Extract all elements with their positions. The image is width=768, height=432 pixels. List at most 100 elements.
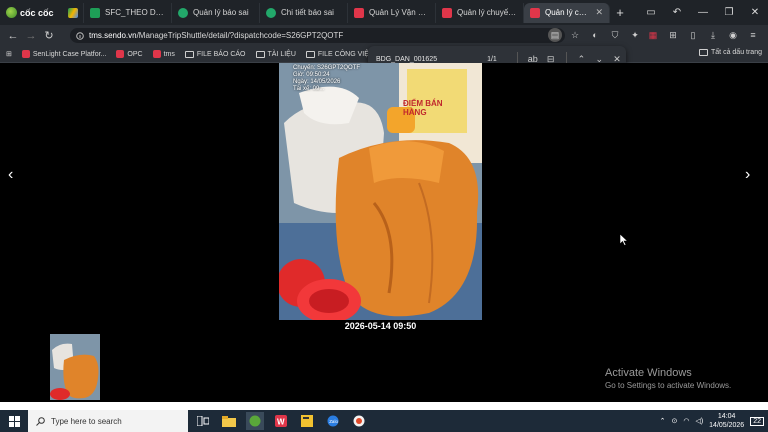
- tab-sfc[interactable]: SFC_THEO DÕI ĐỐI: [84, 2, 172, 23]
- google-drive-icon: [68, 7, 78, 18]
- bookmark-label: TÀI LIỆU: [267, 50, 296, 58]
- dark-mode-icon[interactable]: ◐: [588, 28, 602, 42]
- taskbar-search[interactable]: Type here to search: [28, 410, 188, 432]
- bookmark-label: FILE BÁO CÁO: [196, 50, 246, 58]
- address-bar[interactable]: tms.sendo.vn/ManageTripShuttle/detail/?d…: [70, 28, 565, 43]
- tab-chi-tiet[interactable]: Chi tiết báo sai: [260, 2, 348, 23]
- zalo-icon[interactable]: Zalo: [324, 412, 342, 430]
- savior-icon[interactable]: ⊞: [666, 28, 680, 42]
- task-view-icon[interactable]: [194, 412, 212, 430]
- close-window-icon[interactable]: ✕: [742, 7, 768, 18]
- browser-tools: ▦ ⊞ ▯ ⤓ ◉ ≡: [646, 28, 760, 42]
- profile-icon[interactable]: ◉: [726, 28, 740, 42]
- all-bookmarks-label: Tất cả dấu trang: [711, 49, 762, 56]
- search-placeholder: Type here to search: [51, 416, 122, 426]
- reader-icon[interactable]: ▤: [548, 28, 562, 42]
- volume-icon[interactable]: ◁): [695, 417, 703, 425]
- site-info-icon[interactable]: [76, 31, 84, 40]
- file-explorer-icon[interactable]: [220, 412, 238, 430]
- windows-taskbar: Type here to search W Zalo ⌃ ⊙ ◠ ◁) 14:0…: [0, 410, 768, 432]
- sign-line: HÀNG: [403, 108, 427, 117]
- network-icon[interactable]: ⊙: [671, 417, 677, 425]
- tab-label: Chi tiết báo sai: [281, 8, 334, 17]
- delivery-photo: Chuyến: S26GPT2QOTF Giờ: 09:50:24 Ngày: …: [279, 63, 482, 320]
- tab-search-icon[interactable]: ▭: [638, 7, 664, 18]
- sidebar-icon[interactable]: ▯: [686, 28, 700, 42]
- bookmark-tai-lieu[interactable]: TÀI LIỆU: [255, 50, 296, 58]
- red-app-icon: [21, 50, 30, 58]
- bookmark-label: OPC: [127, 50, 143, 58]
- activate-subtitle: Go to Settings to activate Windows.: [605, 381, 732, 390]
- menu-icon[interactable]: ≡: [746, 28, 760, 42]
- shield-icon[interactable]: ⛉: [608, 28, 622, 42]
- new-tab-button[interactable]: +: [610, 5, 630, 20]
- notifications-icon[interactable]: 22: [750, 416, 764, 426]
- find-input[interactable]: BDG_DAN_001625: [376, 56, 475, 63]
- windows-logo-icon: [8, 415, 20, 427]
- bookmark-opc[interactable]: OPC: [116, 50, 143, 58]
- prev-image-icon[interactable]: ‹: [8, 166, 13, 184]
- image-viewer: ‹ › Chuyến: S26GPT2QOTF Giờ: 09:50:24 Ng…: [0, 63, 768, 402]
- forward-icon[interactable]: →: [22, 30, 40, 42]
- photo-watermark: Chuyến: S26GPT2QOTF Giờ: 09:50:24 Ngày: …: [293, 65, 360, 93]
- tab-chuyen-xe[interactable]: Quản lý chuyến xe: [436, 2, 524, 23]
- coccoc-logo-icon: [6, 7, 17, 18]
- reload-icon[interactable]: ↻: [40, 29, 58, 42]
- tab-van-don[interactable]: Quản Lý Vận Đơn C: [348, 2, 436, 23]
- bookmark-file-bao-cao[interactable]: FILE BÁO CÁO: [184, 50, 246, 58]
- svg-text:Zalo: Zalo: [329, 419, 338, 424]
- chevron-up-icon[interactable]: ⌃: [660, 417, 666, 425]
- all-bookmarks[interactable]: Tất cả dấu trang: [699, 49, 762, 56]
- wifi-icon[interactable]: ◠: [683, 417, 689, 425]
- red-app-icon: [152, 50, 161, 58]
- minimize-icon[interactable]: —: [690, 7, 716, 18]
- photo-timestamp: 2026-05-14 09:50: [344, 321, 417, 331]
- tab-label: Quản lý chuyế: [545, 8, 590, 17]
- bookmark-file-cong-viec[interactable]: FILE CÔNG VIỆC: [305, 50, 374, 58]
- bookmark-label: SenLight Case Platfor...: [32, 50, 107, 58]
- back-history-icon[interactable]: ↶: [664, 7, 690, 18]
- activate-title: Activate Windows: [605, 367, 692, 379]
- brand-label: cốc cốc: [20, 7, 54, 18]
- photo-thumbnail[interactable]: [50, 334, 100, 400]
- tab-chuyen-active[interactable]: Quản lý chuyế ✕: [524, 2, 610, 23]
- search-icon: [36, 416, 45, 426]
- tab-label: Quản lý báo sai: [193, 8, 249, 17]
- coccoc-taskbar-icon[interactable]: [246, 412, 264, 430]
- activate-windows-watermark: Activate Windows Go to Settings to activ…: [605, 367, 731, 390]
- next-image-icon[interactable]: ›: [745, 166, 750, 184]
- back-icon[interactable]: ←: [4, 30, 22, 42]
- url-path: /ManageTripShuttle/detail/?dispatchcode=…: [136, 31, 344, 40]
- clock-date: 14/05/2026: [709, 422, 745, 429]
- calendar-icon[interactable]: ▦: [646, 28, 660, 42]
- address-actions: ▤ ☆ ◐ ⛉ ✦: [548, 28, 642, 42]
- sticky-notes-icon[interactable]: [298, 412, 316, 430]
- folder-icon: [255, 50, 265, 58]
- close-tab-icon[interactable]: ✕: [595, 7, 603, 18]
- download-icon[interactable]: ⤓: [706, 28, 720, 42]
- tab-drive[interactable]: [62, 2, 84, 23]
- start-button[interactable]: [0, 415, 28, 427]
- clock-time: 14:04: [717, 413, 736, 420]
- tab-bao-sai[interactable]: Quản lý báo sai: [172, 2, 260, 23]
- bookmark-senlight[interactable]: SenLight Case Platfor...: [21, 50, 107, 58]
- url-host: tms.sendo.vn: [89, 31, 137, 40]
- extensions-icon[interactable]: ✦: [628, 28, 642, 42]
- tab-bar: cốc cốc SFC_THEO DÕI ĐỐI Quản lý báo sai…: [0, 0, 768, 25]
- svg-text:W: W: [277, 418, 285, 427]
- restore-icon[interactable]: ❐: [716, 7, 742, 18]
- apps-grid-icon[interactable]: ⊞: [6, 50, 12, 58]
- folder-icon: [305, 50, 315, 58]
- wps-office-icon[interactable]: W: [272, 412, 290, 430]
- bookmark-tms[interactable]: tms: [152, 50, 175, 58]
- bookmark-label: tms: [163, 50, 175, 58]
- red-app-icon: [530, 7, 540, 18]
- bookmark-star-icon[interactable]: ☆: [568, 28, 582, 42]
- bookmark-label: FILE CÔNG VIỆC: [317, 50, 374, 58]
- sheets-icon: [90, 7, 100, 18]
- app-icon[interactable]: [350, 412, 368, 430]
- coccoc-logo[interactable]: cốc cốc: [0, 7, 62, 18]
- clock[interactable]: 14:04 14/05/2026: [709, 412, 744, 430]
- thumbnail-image: [50, 334, 100, 400]
- delivery-photo-image: [279, 63, 482, 320]
